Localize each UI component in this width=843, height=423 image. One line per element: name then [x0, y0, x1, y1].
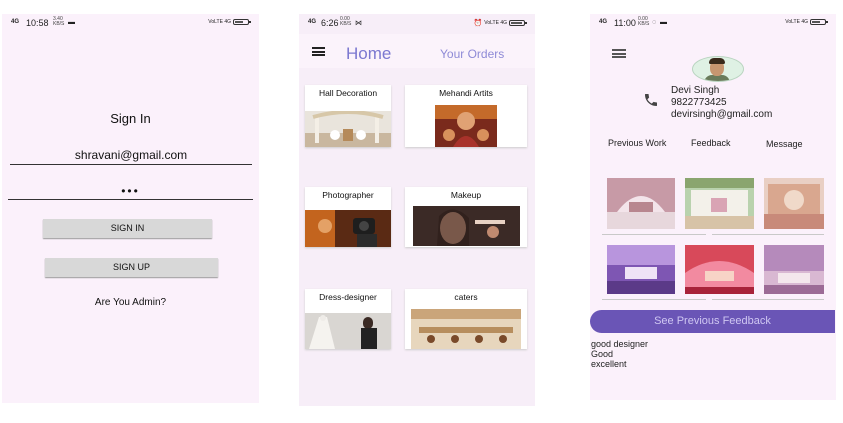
- work-photo[interactable]: [607, 245, 675, 294]
- tab-feedback[interactable]: Feedback: [691, 138, 731, 148]
- category-card-hall-decoration[interactable]: Hall Decoration: [305, 85, 391, 147]
- card-label: Dress-designer: [319, 292, 377, 302]
- hall-decoration-image: [305, 111, 391, 147]
- profile-phone: 9822773425: [671, 97, 727, 108]
- whatsapp-icon: ◌: [652, 19, 657, 26]
- message-icon: ▬: [660, 19, 667, 26]
- avatar: [692, 56, 744, 82]
- status-time: 6:26: [321, 18, 339, 28]
- menu-icon[interactable]: [612, 49, 626, 58]
- alarm-icon: ⏰: [473, 20, 483, 27]
- status-time: 10:58: [26, 18, 49, 28]
- category-card-dress-designer[interactable]: Dress-designer: [305, 289, 391, 349]
- message-icon: ▬: [68, 19, 75, 26]
- work-photo[interactable]: [685, 178, 754, 229]
- work-photo[interactable]: [685, 245, 754, 294]
- signin-screen: 4G 10:58 3.40 KB/S ▬ VoLTE 4G Sign In sh…: [2, 14, 259, 403]
- page-title: Sign In: [110, 111, 151, 126]
- divider: [602, 299, 706, 300]
- status-bar: 4G 6:26 0.00 KB/S ⋈ ⏰ VoLTE 4G: [299, 14, 535, 34]
- tab-home[interactable]: Home: [346, 44, 391, 64]
- status-right: ⏰ VoLTE 4G: [473, 19, 527, 27]
- work-photo[interactable]: [764, 178, 824, 229]
- network-speed: 0.00 KB/S: [638, 16, 650, 27]
- email-field[interactable]: shravani@gmail.com: [10, 148, 252, 165]
- network-type: VoLTE 4G: [208, 19, 231, 25]
- divider: [712, 234, 824, 235]
- feedback-item: excellent: [591, 359, 627, 369]
- photographer-image: [305, 210, 391, 247]
- see-previous-feedback-button[interactable]: See Previous Feedback: [590, 310, 835, 333]
- signal-indicator: 4G: [308, 19, 317, 25]
- divider: [712, 299, 824, 300]
- status-bar: 4G 10:58 3.40 KB/S ▬ VoLTE 4G: [2, 14, 259, 34]
- category-card-makeup[interactable]: Makeup: [405, 187, 527, 247]
- card-label: Hall Decoration: [318, 88, 378, 98]
- admin-link[interactable]: Are You Admin?: [2, 297, 259, 308]
- work-photo[interactable]: [607, 178, 675, 229]
- tab-previous-work[interactable]: Previous Work: [608, 138, 666, 148]
- divider: [602, 234, 706, 235]
- status-bar: 4G 11:00 0.00 KB/S ◌ ▬ VoLTE 4G: [590, 14, 836, 34]
- category-card-caters[interactable]: caters: [405, 289, 527, 349]
- battery-icon: [233, 19, 251, 25]
- profile-name: Devi Singh: [671, 85, 720, 96]
- category-card-photographer[interactable]: Photographer: [305, 187, 391, 247]
- signal-indicator: 4G: [11, 19, 20, 25]
- caters-image: [411, 309, 521, 349]
- card-label: Photographer: [322, 190, 374, 200]
- password-field[interactable]: •••: [8, 184, 253, 200]
- network-speed: 3.40 KB/S: [53, 16, 65, 27]
- status-right: VoLTE 4G: [208, 19, 251, 25]
- mehandi-image: [435, 105, 497, 147]
- network-speed: 0.00 KB/S: [340, 16, 352, 27]
- network-type: VoLTE 4G: [785, 19, 808, 25]
- sign-up-button[interactable]: SIGN UP: [45, 258, 218, 277]
- dress-designer-image: [305, 313, 391, 349]
- home-screen: 4G 6:26 0.00 KB/S ⋈ ⏰ VoLTE 4G Home Your…: [299, 14, 535, 406]
- card-label: caters: [454, 292, 478, 302]
- status-time: 11:00: [614, 18, 636, 28]
- category-card-mehandi[interactable]: Mehandi Artits: [405, 85, 527, 147]
- status-right: VoLTE 4G: [785, 19, 828, 25]
- profile-screen: 4G 11:00 0.00 KB/S ◌ ▬ VoLTE 4G Devi Sin…: [590, 14, 836, 400]
- sign-in-button[interactable]: SIGN IN: [43, 219, 212, 238]
- tab-your-orders[interactable]: Your Orders: [440, 47, 504, 61]
- feedback-item: Good: [591, 349, 614, 359]
- makeup-image: [413, 206, 520, 246]
- card-label: Makeup: [450, 190, 482, 200]
- phone-icon[interactable]: [642, 92, 660, 108]
- notification-icon: ⋈: [355, 20, 362, 27]
- tab-message[interactable]: Message: [766, 139, 803, 149]
- menu-icon[interactable]: [312, 47, 325, 56]
- battery-icon: [810, 19, 828, 25]
- work-photo[interactable]: [764, 245, 824, 294]
- battery-icon: [509, 20, 527, 26]
- card-label: Mehandi Artits: [439, 88, 493, 98]
- profile-email: devirsingh@gmail.com: [671, 109, 773, 120]
- signal-indicator: 4G: [599, 19, 608, 25]
- network-type: VoLTE 4G: [484, 20, 507, 26]
- feedback-item: good designer: [591, 339, 649, 349]
